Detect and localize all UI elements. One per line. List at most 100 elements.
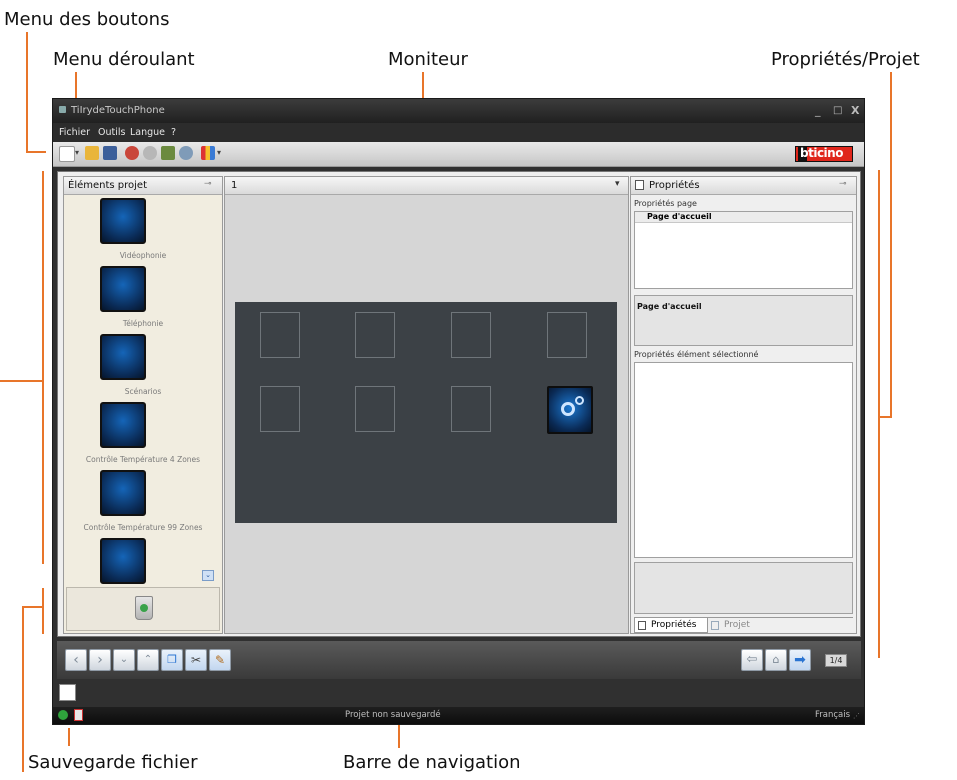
scenarios-icon bbox=[100, 334, 146, 380]
page-description: Page d'accueil bbox=[637, 302, 702, 311]
monitor-slot[interactable] bbox=[260, 312, 300, 358]
chevron-down-icon[interactable]: ▾ bbox=[75, 148, 79, 157]
monitor-slot[interactable] bbox=[355, 386, 395, 432]
panel-title: Propriétés bbox=[649, 180, 700, 191]
project-elements-panel: Éléments projet ⊸ Vidéophonie Téléphonie… bbox=[63, 176, 223, 634]
home-icon[interactable]: ⌂ bbox=[765, 649, 787, 671]
copy-icon[interactable]: ❐ bbox=[161, 649, 183, 671]
tool-icon[interactable] bbox=[161, 146, 175, 160]
receive-icon[interactable] bbox=[143, 146, 157, 160]
app-window: TiIrydeTouchPhone _ □ X Fichier Outils L… bbox=[52, 98, 865, 725]
panel-title: Éléments projet bbox=[68, 180, 147, 191]
list-item-label: Vidéophonie bbox=[119, 251, 167, 260]
list-item[interactable] bbox=[64, 535, 222, 585]
pin-icon[interactable]: ⊸ bbox=[204, 179, 212, 189]
list-item[interactable]: Vidéophonie bbox=[64, 195, 222, 265]
trash-icon bbox=[135, 596, 153, 620]
monitor-screen bbox=[235, 302, 617, 523]
project-icon bbox=[711, 621, 719, 630]
monitor-slot[interactable] bbox=[355, 312, 395, 358]
up-icon[interactable]: ⌃ bbox=[137, 649, 159, 671]
callout-proprietes-projet: Propriétés/Projet bbox=[771, 49, 920, 70]
open-folder-icon[interactable] bbox=[85, 146, 99, 160]
list-item-label: Contrôle Température 99 Zones bbox=[83, 523, 203, 532]
palette-icon[interactable] bbox=[201, 146, 215, 160]
list-item-label: Téléphonie bbox=[122, 319, 164, 328]
properties-panel: Propriétés ⊸ Propriétés page Page d'accu… bbox=[630, 176, 857, 634]
callout-menu-deroulant: Menu déroulant bbox=[53, 49, 195, 70]
previous-icon[interactable]: ‹ bbox=[65, 649, 87, 671]
navigation-bar: ‹ › ⌄ ⌃ ❐ ✂ ✎ ⇦ ⌂ ➡ 1/4 bbox=[57, 641, 861, 679]
language-status: Français bbox=[815, 710, 851, 720]
settings-icon[interactable] bbox=[179, 146, 193, 160]
page-selector[interactable]: 1 ▾ bbox=[225, 177, 628, 195]
tab-label: Projet bbox=[724, 620, 750, 630]
settings-gear-icon[interactable] bbox=[547, 386, 593, 434]
page-description-box: Page d'accueil bbox=[634, 295, 853, 346]
pin-icon[interactable]: ⊸ bbox=[839, 179, 847, 189]
list-item-label: Scénarios bbox=[124, 387, 162, 396]
scissors-icon[interactable]: ✂ bbox=[185, 649, 207, 671]
app-icon bbox=[59, 106, 66, 113]
scroll-down-button[interactable]: ⌄ bbox=[202, 570, 214, 581]
selected-element-label: Propriétés élément sélectionné bbox=[634, 350, 759, 359]
bticino-logo: bticino bbox=[795, 146, 853, 162]
monitor-slot[interactable] bbox=[547, 312, 587, 358]
menu-fichier[interactable]: Fichier bbox=[59, 127, 90, 138]
list-item[interactable]: Contrôle Température 4 Zones bbox=[64, 399, 222, 469]
status-bar: Projet non sauvegardé Français ⋰ bbox=[53, 707, 864, 724]
back-arrow-icon[interactable]: ⇦ bbox=[741, 649, 763, 671]
chevron-down-icon[interactable]: ▾ bbox=[615, 179, 620, 189]
panel-tabs: Propriétés Projet bbox=[634, 617, 853, 634]
list-item[interactable]: Scénarios bbox=[64, 331, 222, 401]
page-select-value: 1 bbox=[231, 180, 238, 191]
menu-help[interactable]: ? bbox=[171, 127, 176, 138]
window-title: TiIrydeTouchPhone bbox=[71, 105, 165, 116]
transfer-icon[interactable] bbox=[125, 146, 139, 160]
brand-text: bticino bbox=[800, 146, 843, 160]
description-box bbox=[634, 562, 853, 614]
unsaved-file-icon[interactable] bbox=[74, 709, 83, 721]
callout-sauvegarde: Sauvegarde fichier bbox=[28, 752, 198, 773]
telephone-icon bbox=[100, 266, 146, 312]
new-project-icon[interactable] bbox=[59, 146, 75, 162]
save-icon[interactable] bbox=[103, 146, 117, 160]
tab-label: Propriétés bbox=[651, 620, 697, 630]
close-button[interactable]: X bbox=[851, 104, 859, 117]
tab-projet[interactable]: Projet bbox=[710, 618, 768, 633]
elements-list: Vidéophonie Téléphonie Scénarios Contrôl… bbox=[64, 195, 222, 585]
work-area: Éléments projet ⊸ Vidéophonie Téléphonie… bbox=[57, 171, 861, 637]
next-icon[interactable]: › bbox=[89, 649, 111, 671]
maximize-button[interactable]: □ bbox=[833, 105, 842, 116]
monitor-slot[interactable] bbox=[451, 312, 491, 358]
menu-bar: Fichier Outils Langue ? bbox=[53, 123, 864, 142]
monitor-slot[interactable] bbox=[451, 386, 491, 432]
grid-header: Page d'accueil bbox=[635, 212, 852, 223]
monitor-slot[interactable] bbox=[260, 386, 300, 432]
panel-header: Éléments projet ⊸ bbox=[64, 177, 222, 195]
resize-grip-icon[interactable]: ⋰ bbox=[853, 712, 860, 720]
callout-barre-navigation: Barre de navigation bbox=[343, 752, 521, 773]
speaker-icon bbox=[100, 538, 146, 584]
selected-element-grid[interactable] bbox=[634, 362, 853, 558]
down-icon[interactable]: ⌄ bbox=[113, 649, 135, 671]
trash-area[interactable] bbox=[66, 587, 220, 631]
thermometer-icon bbox=[100, 470, 146, 516]
forward-arrow-icon[interactable]: ➡ bbox=[789, 649, 811, 671]
button-toolbar: ▾ ▾ bticino bbox=[53, 142, 864, 167]
list-item-label: Contrôle Température 4 Zones bbox=[85, 455, 201, 464]
chevron-down-icon[interactable]: ▾ bbox=[217, 148, 221, 157]
minimize-button[interactable]: _ bbox=[815, 104, 821, 117]
properties-icon bbox=[638, 621, 646, 630]
paint-icon[interactable]: ✎ bbox=[209, 649, 231, 671]
menu-langue[interactable]: Langue bbox=[130, 127, 165, 138]
panel-header: Propriétés ⊸ bbox=[631, 177, 856, 195]
list-item[interactable]: Contrôle Température 99 Zones bbox=[64, 467, 222, 537]
save-status: Projet non sauvegardé bbox=[345, 710, 441, 720]
tab-proprietes[interactable]: Propriétés bbox=[634, 618, 708, 633]
page-counter: 1/4 bbox=[825, 654, 847, 667]
page-properties-grid[interactable]: Page d'accueil bbox=[634, 211, 853, 289]
preview-box[interactable] bbox=[59, 684, 76, 701]
menu-outils[interactable]: Outils bbox=[98, 127, 125, 138]
list-item[interactable]: Téléphonie bbox=[64, 263, 222, 333]
